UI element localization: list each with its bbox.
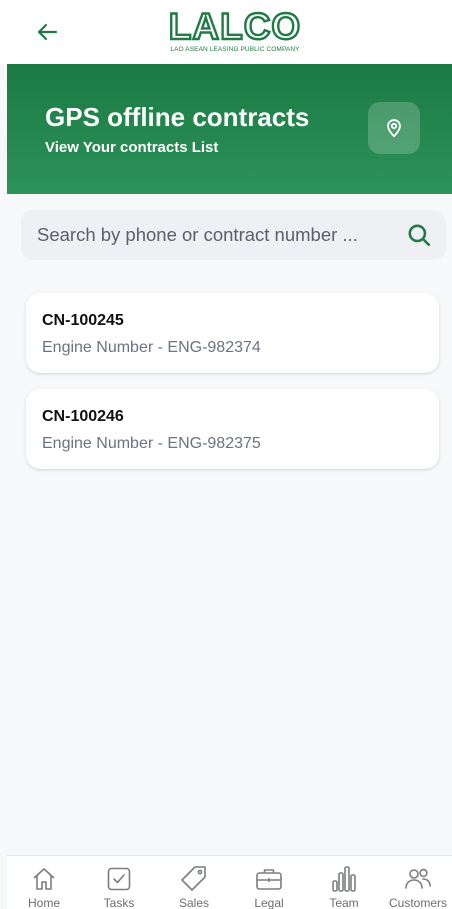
search-bar — [21, 210, 446, 260]
engine-number: Engine Number - ENG-982375 — [42, 435, 261, 452]
home-icon — [33, 867, 55, 890]
nav-label: Tasks — [103, 896, 135, 909]
briefcase-icon — [256, 868, 282, 890]
company-logo: LALCO LAO ASEAN LEASING PUBLIC COMPANY — [150, 6, 320, 56]
nav-item-sales[interactable]: Sales — [159, 856, 229, 909]
search-icon — [408, 224, 431, 247]
page-subtitle: View Your contracts List — [45, 139, 219, 156]
nav-label: Sales — [178, 896, 210, 909]
bottom-navigation: Home Tasks Sales Legal Team Customers — [7, 855, 452, 909]
search-input[interactable] — [37, 210, 387, 260]
contract-number: CN-100245 — [42, 312, 124, 329]
contract-card[interactable]: CN-100245 Engine Number - ENG-982374 — [26, 293, 439, 373]
nav-label: Team — [329, 896, 359, 909]
search-button[interactable] — [405, 221, 433, 249]
checkbox-icon — [107, 867, 131, 890]
nav-item-legal[interactable]: Legal — [234, 856, 304, 909]
tag-icon — [181, 865, 206, 891]
logo-tagline: LAO ASEAN LEASING PUBLIC COMPANY — [170, 46, 300, 53]
back-button[interactable] — [30, 14, 66, 50]
nav-label: Customers — [388, 896, 447, 909]
nav-item-team[interactable]: Team — [309, 856, 379, 909]
page-title: GPS offline contracts — [45, 102, 310, 132]
map-pin-icon — [387, 119, 401, 138]
page-banner: GPS offline contracts View Your contract… — [7, 64, 452, 194]
engine-number: Engine Number - ENG-982374 — [42, 339, 261, 356]
map-button[interactable] — [368, 102, 420, 154]
arrow-left-icon — [37, 23, 58, 41]
nav-label: Legal — [254, 896, 284, 909]
logo-wordmark: LALCO — [168, 6, 302, 47]
nav-item-customers[interactable]: Customers — [383, 856, 452, 909]
contract-number: CN-100246 — [42, 408, 124, 425]
contract-card[interactable]: CN-100246 Engine Number - ENG-982375 — [26, 389, 439, 469]
users-icon — [405, 868, 431, 889]
nav-item-home[interactable]: Home — [9, 856, 79, 909]
nav-item-tasks[interactable]: Tasks — [84, 856, 154, 909]
bar-chart-icon — [332, 865, 356, 892]
app-header: LALCO LAO ASEAN LEASING PUBLIC COMPANY — [0, 0, 452, 64]
nav-label: Home — [27, 896, 60, 909]
